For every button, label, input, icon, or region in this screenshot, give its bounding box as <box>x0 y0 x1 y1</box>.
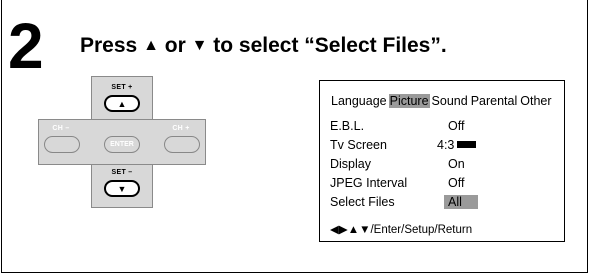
menu-row-label: Display <box>330 157 371 171</box>
step-instruction: Press ▲ or ▼ to select “Select Files”. <box>80 34 447 58</box>
ch-minus-label: CH – <box>52 125 70 132</box>
enter-label: ENTER <box>110 141 134 148</box>
down-arrow-icon: ▼ <box>117 184 127 194</box>
menu-row-select-files[interactable]: Select Files All <box>330 195 478 209</box>
menu-row-label: Tv Screen <box>330 138 387 152</box>
menu-row-tv-screen[interactable]: Tv Screen 4:3 <box>330 138 477 152</box>
up-triangle-icon: ▲ <box>143 37 159 54</box>
enter-button[interactable]: ENTER <box>104 136 140 153</box>
ch-minus-button[interactable] <box>44 136 80 153</box>
tab-picture[interactable]: Picture <box>388 94 430 108</box>
set-minus-label: SET – <box>111 169 133 176</box>
tab-sound[interactable]: Sound <box>431 94 469 108</box>
menu-row-value: Off <box>448 119 465 133</box>
up-arrow-icon: ▲ <box>117 99 127 109</box>
menu-navigation-hint: ◀▶▲▼/Enter/Setup/Return <box>330 224 473 236</box>
tab-parental[interactable]: Parental <box>470 94 519 108</box>
menu-row-label: E.B.L. <box>330 119 365 133</box>
set-plus-label: SET + <box>111 84 133 91</box>
step-number: 2 <box>8 10 44 82</box>
ch-plus-button[interactable] <box>164 136 200 153</box>
menu-row-value: Off <box>448 176 465 190</box>
setup-menu: Language Picture Sound Parental Other E.B.L.… <box>319 80 565 242</box>
instruction-text-before: Press <box>80 34 144 57</box>
tab-language[interactable]: Language <box>330 94 388 108</box>
menu-row-value: 4:3 <box>437 138 455 152</box>
ch-plus-label: CH + <box>172 125 190 132</box>
instruction-text-mid: or <box>158 34 192 57</box>
instruction-text-after: to select “Select Files”. <box>207 34 447 57</box>
menu-row-label: Select Files <box>330 195 395 209</box>
set-minus-button[interactable]: ▼ <box>104 180 140 197</box>
menu-row-value: All <box>444 195 478 209</box>
menu-row-label: JPEG Interval <box>330 176 408 190</box>
down-triangle-icon: ▼ <box>191 37 208 54</box>
menu-tabs: Language Picture Sound Parental Other <box>330 94 554 108</box>
tab-other[interactable]: Other <box>519 94 552 108</box>
set-plus-button[interactable]: ▲ <box>104 95 140 112</box>
screen-aspect-icon <box>457 141 477 148</box>
menu-row-display[interactable]: Display On <box>330 157 465 171</box>
menu-row-jpeg-interval[interactable]: JPEG Interval Off <box>330 176 464 190</box>
remote-pad: SET + ▲ CH – ENTER CH + SET – ▼ <box>38 76 206 208</box>
menu-row-ebl[interactable]: E.B.L. Off <box>330 119 464 133</box>
menu-row-value: On <box>448 157 465 171</box>
